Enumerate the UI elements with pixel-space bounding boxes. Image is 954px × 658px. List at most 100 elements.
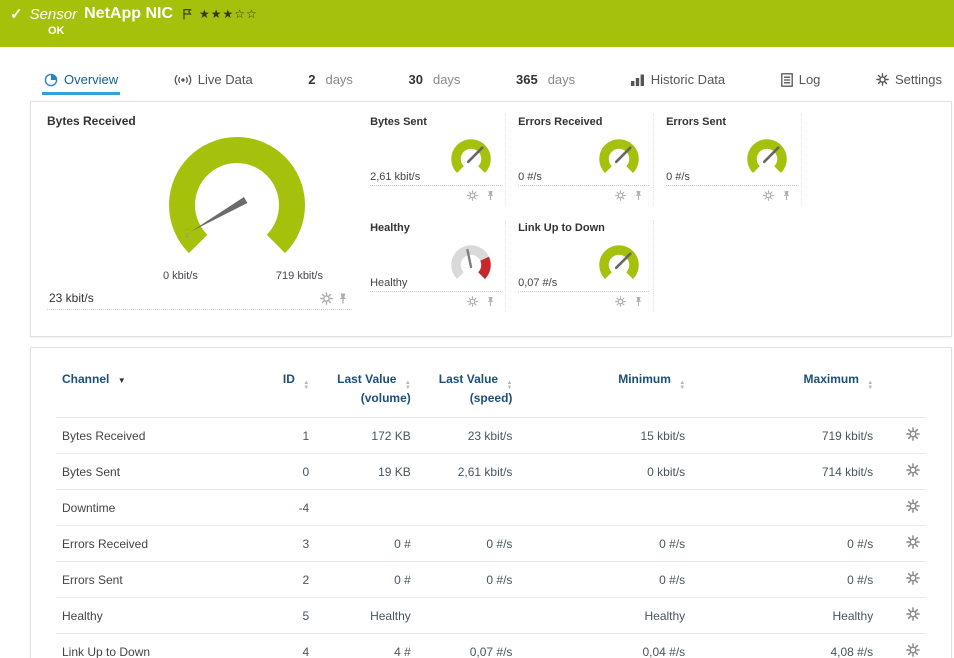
- maximum-value: 714 kbit/s: [691, 454, 879, 490]
- last-value-volume: 172 KB: [315, 418, 417, 454]
- channel-id: 5: [244, 598, 315, 634]
- col-label: Maximum: [804, 372, 859, 386]
- last-value-speed: [417, 490, 519, 526]
- minimum-value: 15 kbit/s: [518, 418, 691, 454]
- tab-overview[interactable]: Overview: [42, 68, 120, 95]
- channel-settings-icon[interactable]: [906, 463, 920, 477]
- small-gauge-title: Errors Received: [518, 116, 649, 128]
- gauge-average-marker: x: [185, 230, 190, 240]
- tab-label: Overview: [64, 72, 118, 87]
- channel-name: Healthy: [56, 598, 244, 634]
- tab-live-data[interactable]: Live Data: [172, 68, 255, 95]
- tab-label: days: [325, 72, 352, 87]
- small-gauges-grid: Bytes Sent 2,61 kbit/s Errors Received 0…: [358, 114, 945, 326]
- tab-number: 30: [409, 72, 423, 87]
- channel-settings-icon[interactable]: [906, 643, 920, 657]
- last-value-speed: 0 #/s: [417, 526, 519, 562]
- col-header-actions: [879, 362, 926, 418]
- channel-id: 0: [244, 454, 315, 490]
- col-label: ID: [283, 372, 295, 386]
- tab-2-days[interactable]: 2 days: [306, 68, 355, 95]
- table-row: Errors Sent 2 0 # 0 #/s 0 #/s 0 #/s: [56, 562, 926, 598]
- table-header-row: Channel ▼ ID ▲▼ Last Value ▲▼ (volume) L…: [56, 362, 926, 418]
- gauge-settings-icon[interactable]: [467, 190, 478, 201]
- sort-icon: ▲▼: [303, 381, 309, 391]
- gauges-panel: Bytes Received x 0 kbit/s 719 kbit/s 23 …: [30, 101, 952, 337]
- gauge-pin-icon[interactable]: [486, 190, 495, 201]
- tab-historic-data[interactable]: Historic Data: [629, 68, 727, 95]
- maximum-value: [691, 490, 879, 526]
- gauge-title: Bytes Received: [47, 114, 358, 128]
- sort-down-glyph: ▼: [679, 386, 685, 391]
- tab-log[interactable]: Log: [779, 68, 823, 95]
- channel-id: -4: [244, 490, 315, 526]
- col-label: Minimum: [618, 372, 671, 386]
- gauge-settings-icon[interactable]: [615, 296, 626, 307]
- last-value-volume: [315, 490, 417, 526]
- maximum-value: 719 kbit/s: [691, 418, 879, 454]
- channel-name: Errors Received: [56, 526, 244, 562]
- channel-name: Errors Sent: [56, 562, 244, 598]
- table-row: Healthy 5 Healthy Healthy Healthy: [56, 598, 926, 634]
- channel-name: Bytes Sent: [56, 454, 244, 490]
- sort-icon: ▲▼: [506, 381, 512, 391]
- col-header-last-value-speed[interactable]: Last Value ▲▼ (speed): [417, 362, 519, 418]
- gauge-settings-icon[interactable]: [615, 190, 626, 201]
- tab-bar: Overview Live Data 2 days 30 days 365 da…: [0, 65, 954, 95]
- small-gauge-dial: [443, 241, 499, 291]
- priority-stars[interactable]: ★★★☆☆: [199, 7, 258, 21]
- gauge-pin-icon[interactable]: [486, 296, 495, 307]
- small-gauge-value: 0,07 #/s: [518, 277, 557, 291]
- tab-30-days[interactable]: 30 days: [407, 68, 463, 95]
- minimum-value: Healthy: [518, 598, 691, 634]
- table-row: Errors Received 3 0 # 0 #/s 0 #/s 0 #/s: [56, 526, 926, 562]
- last-value-speed: 0,07 #/s: [417, 634, 519, 658]
- small-gauge-value: Healthy: [370, 277, 407, 291]
- gauge-settings-icon[interactable]: [763, 190, 774, 201]
- gauge-pin-icon[interactable]: [634, 190, 643, 201]
- tab-label: Live Data: [198, 72, 253, 87]
- table-row: Link Up to Down 4 4 # 0,07 #/s 0,04 #/s …: [56, 634, 926, 658]
- channel-settings-icon[interactable]: [906, 535, 920, 549]
- gauge-pin-icon[interactable]: [338, 292, 348, 305]
- last-value-volume: 0 #: [315, 562, 417, 598]
- col-header-maximum[interactable]: Maximum ▲▼: [691, 362, 879, 418]
- tab-settings[interactable]: Settings: [874, 68, 944, 95]
- channel-settings-icon[interactable]: [906, 427, 920, 441]
- flag-icon[interactable]: [182, 8, 192, 21]
- tab-label: Historic Data: [651, 72, 725, 87]
- tab-365-days[interactable]: 365 days: [514, 68, 577, 95]
- channel-id: 3: [244, 526, 315, 562]
- col-header-channel[interactable]: Channel ▼: [56, 362, 244, 418]
- gauge-pin-icon[interactable]: [634, 296, 643, 307]
- gauge-max-label: 719 kbit/s: [276, 270, 323, 282]
- maximum-value: Healthy: [691, 598, 879, 634]
- col-header-id[interactable]: ID ▲▼: [244, 362, 315, 418]
- last-value-speed: 23 kbit/s: [417, 418, 519, 454]
- gauge-errors-sent: Errors Sent 0 #/s: [654, 114, 802, 206]
- minimum-value: 0 #/s: [518, 526, 691, 562]
- channel-settings-icon[interactable]: [906, 607, 920, 621]
- gauge-settings-icon[interactable]: [467, 296, 478, 307]
- small-gauge-dial: [591, 135, 647, 185]
- col-header-last-value-volume[interactable]: Last Value ▲▼ (volume): [315, 362, 417, 418]
- gauge-settings-icon[interactable]: [320, 292, 333, 305]
- maximum-value: 4,08 #/s: [691, 634, 879, 658]
- channel-id: 4: [244, 634, 315, 658]
- gauge-pin-icon[interactable]: [782, 190, 791, 201]
- sensor-header: ✓ Sensor NetApp NIC ★★★☆☆ OK: [0, 0, 954, 47]
- col-header-minimum[interactable]: Minimum ▲▼: [518, 362, 691, 418]
- channel-settings-icon[interactable]: [906, 571, 920, 585]
- maximum-value: 0 #/s: [691, 562, 879, 598]
- sort-down-glyph: ▼: [303, 386, 309, 391]
- channel-settings-icon[interactable]: [906, 499, 920, 513]
- gauge-current-value: 23 kbit/s: [49, 291, 94, 305]
- col-label: Last Value: [439, 372, 498, 386]
- channel-name: Link Up to Down: [56, 634, 244, 658]
- last-value-speed: 2,61 kbit/s: [417, 454, 519, 490]
- channel-table: Channel ▼ ID ▲▼ Last Value ▲▼ (volume) L…: [56, 362, 926, 658]
- tab-number: 2: [308, 72, 315, 87]
- minimum-value: [518, 490, 691, 526]
- minimum-value: 0 #/s: [518, 562, 691, 598]
- small-gauge-dial: [443, 135, 499, 185]
